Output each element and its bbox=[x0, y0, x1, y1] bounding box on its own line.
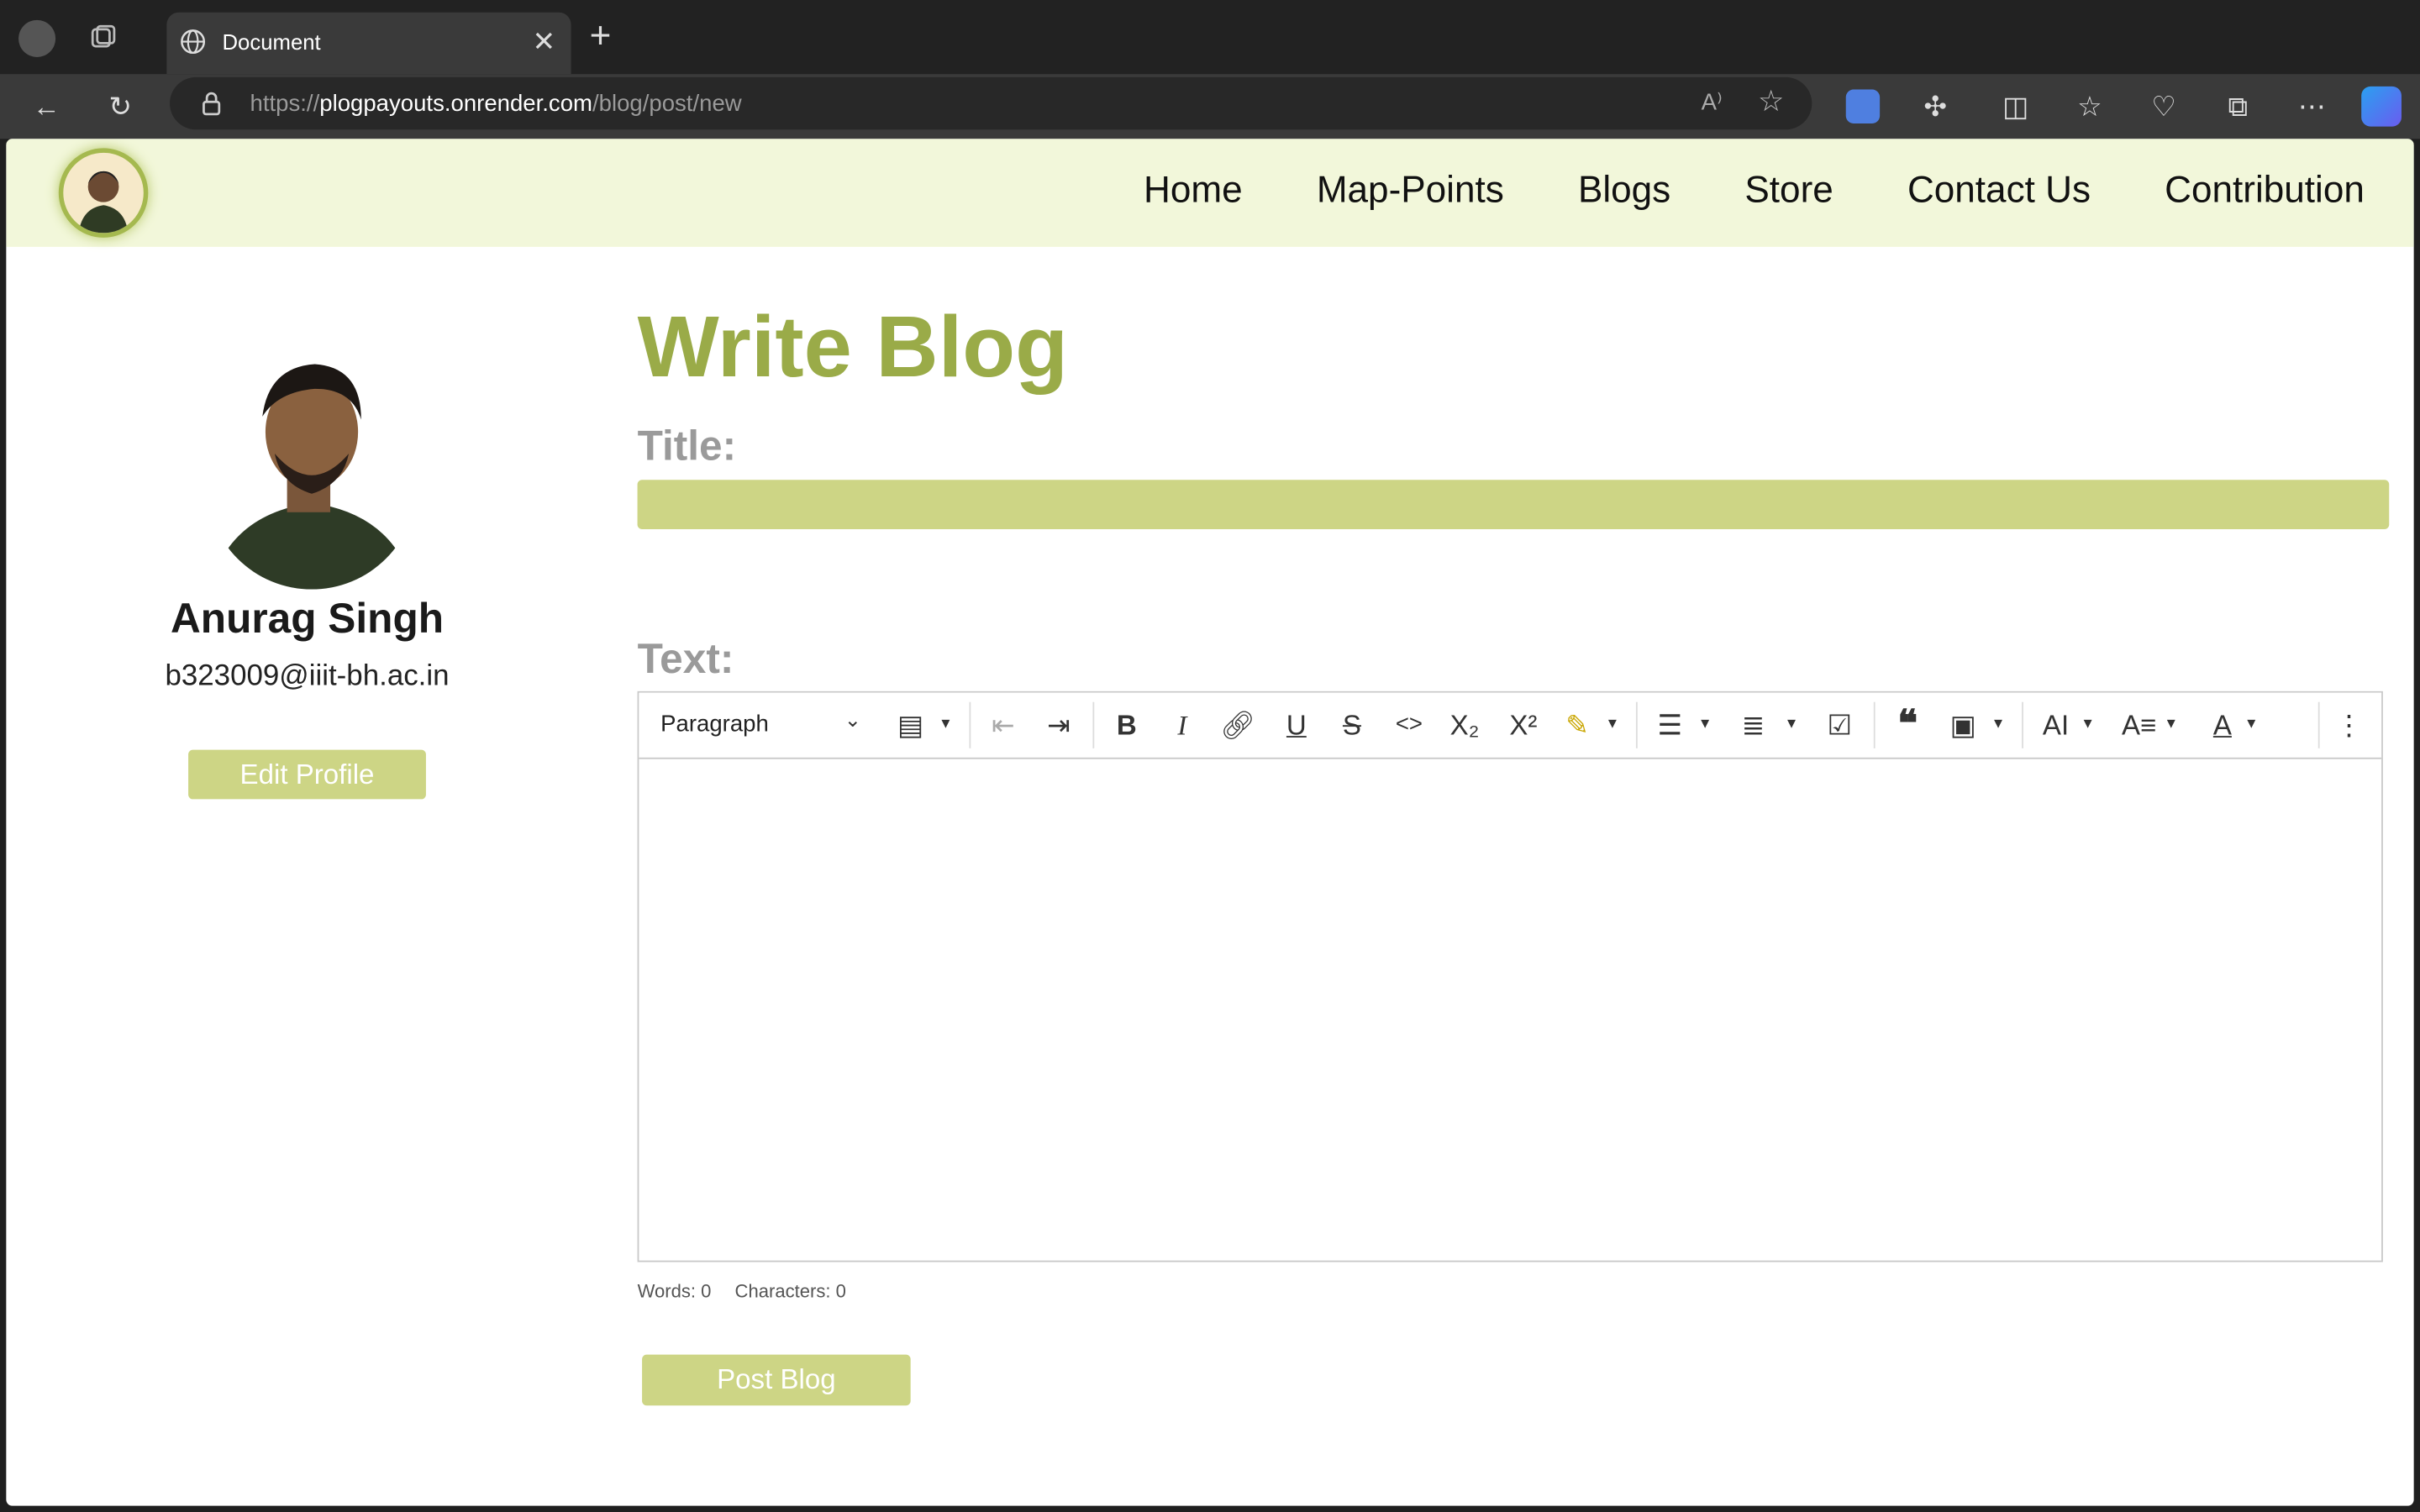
nav-blogs[interactable]: Blogs bbox=[1578, 170, 1670, 213]
browser-toolbar: ← ↻ https://plogpayouts.onrender.com/blo… bbox=[0, 74, 2420, 139]
browser-tab[interactable]: Document ✕ bbox=[166, 12, 571, 75]
edit-profile-button[interactable]: Edit Profile bbox=[188, 749, 426, 800]
extensions-icon[interactable]: ✣ bbox=[1917, 88, 1954, 125]
chevron-down-icon[interactable]: ▾ bbox=[941, 713, 950, 732]
screenshot-icon[interactable]: ⧉ bbox=[2219, 88, 2256, 125]
bold-icon[interactable]: B bbox=[1108, 706, 1145, 743]
profile-avatar-icon[interactable] bbox=[18, 19, 56, 57]
nav-home[interactable]: Home bbox=[1144, 170, 1243, 213]
back-icon[interactable]: ← bbox=[28, 88, 65, 125]
outdent-icon[interactable]: ⇤ bbox=[985, 706, 1022, 743]
chevron-down-icon[interactable]: ▾ bbox=[1608, 713, 1617, 732]
word-count: Words: 0 Characters: 0 bbox=[638, 1280, 865, 1302]
refresh-icon[interactable]: ↻ bbox=[102, 88, 139, 125]
user-email: b323009@iiit-bh.ac.in bbox=[165, 660, 450, 693]
browser-tab-strip: Document ✕ + bbox=[0, 0, 2420, 75]
toolbar-divider bbox=[969, 701, 971, 748]
source-editing-icon[interactable]: ▤ bbox=[892, 706, 929, 743]
italic-icon[interactable]: I bbox=[1164, 706, 1201, 743]
heading-select[interactable]: Paragraph bbox=[660, 711, 769, 738]
web-page: Home Map-Points Blogs Store Contact Us C… bbox=[6, 139, 2414, 1506]
site-navbar: Home Map-Points Blogs Store Contact Us C… bbox=[6, 139, 2414, 247]
characters-count: Characters: 0 bbox=[734, 1280, 846, 1303]
subscript-icon[interactable]: X₂ bbox=[1444, 706, 1485, 743]
insert-image-icon[interactable]: ▣ bbox=[1944, 706, 1981, 743]
toolbar-divider bbox=[2317, 701, 2320, 748]
nav-contribution[interactable]: Contribution bbox=[2165, 170, 2365, 213]
editor-toolbar: Paragraph ⌄ ▤ ▾ ⇤ ⇥ B I 🔗︎ U S <> X₂ X² bbox=[639, 692, 2382, 759]
highlight-icon[interactable]: ✎ bbox=[1559, 706, 1596, 743]
avatar bbox=[207, 354, 417, 590]
lock-icon bbox=[203, 92, 221, 116]
favorite-star-icon[interactable]: ☆ bbox=[1758, 85, 1784, 120]
font-color-icon[interactable]: A bbox=[2204, 706, 2241, 743]
title-label: Title: bbox=[637, 423, 737, 470]
words-count: Words: 0 bbox=[637, 1280, 712, 1303]
code-icon[interactable]: <> bbox=[1389, 706, 1429, 743]
chevron-down-icon[interactable]: ▾ bbox=[2167, 713, 2175, 732]
browser-essentials-icon[interactable]: ♡ bbox=[2145, 88, 2182, 125]
nav-store[interactable]: Store bbox=[1744, 170, 1833, 213]
underline-icon[interactable]: U bbox=[1278, 706, 1315, 743]
tab-title: Document bbox=[222, 29, 321, 55]
workspaces-icon[interactable] bbox=[87, 22, 120, 55]
numbered-list-icon[interactable]: ≣ bbox=[1734, 706, 1771, 743]
chevron-down-icon[interactable]: ▾ bbox=[2084, 713, 2092, 732]
nav-contact-us[interactable]: Contact Us bbox=[1907, 170, 2091, 213]
profile-sidebar: Anurag Singh b323009@iiit-bh.ac.in Edit … bbox=[6, 247, 608, 1506]
strikethrough-icon[interactable]: S bbox=[1334, 706, 1370, 743]
more-menu-icon[interactable]: ⋯ bbox=[2293, 88, 2330, 125]
chevron-down-icon[interactable]: ▾ bbox=[1787, 713, 1796, 732]
toolbar-divider bbox=[2022, 701, 2023, 748]
toolbar-divider bbox=[1873, 701, 1876, 748]
chevron-down-icon[interactable]: ▾ bbox=[2247, 713, 2255, 732]
rich-text-editor: Paragraph ⌄ ▤ ▾ ⇤ ⇥ B I 🔗︎ U S <> X₂ X² bbox=[637, 690, 2383, 1263]
todo-list-icon[interactable]: ☑ bbox=[1821, 706, 1858, 743]
user-name: Anurag Singh bbox=[170, 595, 445, 643]
nav-map-points[interactable]: Map-Points bbox=[1317, 170, 1504, 213]
chevron-down-icon[interactable]: ▾ bbox=[1994, 713, 2002, 732]
copilot-icon[interactable] bbox=[2361, 86, 2402, 127]
font-family-icon[interactable]: A≡ bbox=[2121, 706, 2158, 743]
address-bar[interactable]: https://plogpayouts.onrender.com/blog/po… bbox=[170, 76, 1812, 130]
block-quote-icon[interactable]: ❝ bbox=[1889, 706, 1926, 743]
post-blog-button[interactable]: Post Blog bbox=[642, 1354, 911, 1406]
editor-body[interactable] bbox=[639, 759, 2381, 1261]
toolbar-divider bbox=[1635, 701, 1638, 748]
read-aloud-icon[interactable]: A⁾ bbox=[1702, 88, 1723, 116]
link-icon[interactable]: 🔗︎ bbox=[1219, 706, 1256, 743]
chevron-down-icon[interactable]: ⌄ bbox=[844, 708, 861, 732]
favorites-icon[interactable]: ☆ bbox=[2071, 88, 2108, 125]
text-label: Text: bbox=[637, 635, 734, 682]
toolbar-divider bbox=[1092, 701, 1095, 748]
close-tab-icon[interactable]: ✕ bbox=[533, 26, 556, 59]
title-input[interactable] bbox=[637, 480, 2390, 529]
bulleted-list-icon[interactable]: ☰ bbox=[1651, 706, 1688, 743]
split-screen-icon[interactable]: ◫ bbox=[1997, 88, 2034, 125]
copilot-extension-icon[interactable] bbox=[1845, 89, 1881, 123]
new-tab-icon[interactable]: + bbox=[590, 18, 612, 55]
superscript-icon[interactable]: X² bbox=[1503, 706, 1544, 743]
site-logo[interactable] bbox=[58, 148, 149, 238]
font-size-icon[interactable]: AI bbox=[2037, 706, 2074, 743]
page-title: Write Blog bbox=[637, 297, 1068, 396]
chevron-down-icon[interactable]: ▾ bbox=[1701, 713, 1709, 732]
globe-icon bbox=[181, 29, 206, 55]
indent-icon[interactable]: ⇥ bbox=[1040, 706, 1077, 743]
nav-links: Home Map-Points Blogs Store Contact Us C… bbox=[1144, 170, 2365, 213]
url-text: https://plogpayouts.onrender.com/blog/po… bbox=[250, 91, 742, 118]
more-tools-icon[interactable]: ⋮ bbox=[2333, 706, 2365, 743]
